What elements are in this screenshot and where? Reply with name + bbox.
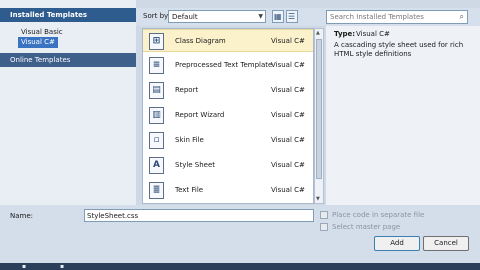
text-template-icon: ≡ (149, 57, 164, 74)
template-row[interactable]: ≣ Text File Visual C# (143, 179, 313, 202)
scroll-down-icon[interactable]: ▼ (316, 196, 320, 202)
template-name: Style Sheet (175, 161, 216, 169)
template-row[interactable]: A Style Sheet Visual C# (143, 154, 313, 177)
template-type: Visual C# (271, 161, 305, 169)
template-type: Visual C# (271, 136, 305, 144)
template-name: Report (175, 86, 199, 94)
cancel-button[interactable]: Cancel (423, 236, 469, 251)
template-list-scrollbar[interactable]: ▲ ▼ (314, 28, 324, 204)
name-label: Name: (10, 212, 34, 220)
installed-templates-header[interactable]: Installed Templates (0, 8, 136, 22)
scroll-up-icon[interactable]: ▲ (316, 30, 320, 36)
template-type: Visual C# (271, 37, 305, 45)
template-type: Visual C# (271, 61, 305, 69)
style-sheet-icon: A (149, 157, 164, 174)
master-page-checkbox[interactable] (320, 223, 328, 231)
template-type: Visual C# (271, 111, 305, 119)
template-row[interactable]: ≡ Preprocessed Text Template Visual C# (143, 54, 313, 77)
place-code-label: Place code in separate file (332, 211, 425, 219)
taskbar: ▪ ▪ (0, 263, 480, 270)
template-row[interactable]: ▥ Report Wizard Visual C# (143, 104, 313, 127)
template-name: Skin File (175, 136, 204, 144)
search-input[interactable]: Search Installed Templates ⌕ (326, 10, 468, 24)
taskbar-item[interactable]: ▪ (60, 263, 64, 270)
template-name: Report Wizard (175, 111, 225, 119)
skin-file-icon: ▫ (149, 132, 164, 149)
add-button[interactable]: Add (374, 236, 420, 251)
search-placeholder: Search Installed Templates (330, 13, 424, 21)
name-input[interactable]: StyleSheet.css (84, 209, 314, 222)
scrollbar-thumb[interactable] (316, 39, 322, 179)
template-row[interactable]: ⊞ Class Diagram Visual C# (143, 29, 313, 52)
master-page-label: Select master page (332, 223, 401, 231)
template-type: Visual C# (271, 86, 305, 94)
dialog-footer: Name: StyleSheet.css Place code in separ… (0, 205, 480, 263)
place-code-checkbox[interactable] (320, 211, 328, 219)
list-view-icon: ☰ (288, 12, 296, 21)
type-value: Visual C# (356, 30, 390, 38)
report-wizard-icon: ▥ (149, 107, 164, 124)
template-name: Class Diagram (175, 37, 226, 45)
template-categories-panel: Installed Templates Visual Basic Visual … (0, 0, 136, 205)
icon-view-icon: ▦ (274, 12, 282, 21)
list-view-button[interactable]: ☰ (286, 10, 298, 23)
template-type: Visual C# (271, 186, 305, 194)
template-details-panel: Type: Visual C# A cascading style sheet … (326, 26, 480, 205)
toolbar: Sort by: Default ▼ ▦ ☰ Search Installed … (136, 8, 480, 26)
text-file-icon: ≣ (149, 182, 164, 199)
taskbar-item[interactable]: ▪ (22, 263, 26, 270)
sort-dropdown[interactable]: Default ▼ (168, 10, 266, 23)
report-icon: ▤ (149, 82, 164, 99)
online-templates-header[interactable]: Online Templates (0, 53, 136, 67)
type-label: Type: (334, 30, 356, 38)
template-name: Text File (175, 186, 204, 194)
medium-icons-view-button[interactable]: ▦ (272, 10, 284, 23)
sort-value: Default (172, 13, 198, 21)
template-row[interactable]: ▤ Report Visual C# (143, 79, 313, 102)
class-diagram-icon: ⊞ (149, 33, 164, 50)
search-icon[interactable]: ⌕ (460, 12, 464, 22)
template-name: Preprocessed Text Template (175, 61, 273, 69)
template-description: A cascading style sheet used for rich HT… (334, 41, 464, 58)
name-value: StyleSheet.css (87, 212, 139, 220)
category-visual-csharp[interactable]: Visual C# (18, 37, 58, 48)
template-row[interactable]: ▫ Skin File Visual C# (143, 129, 313, 152)
chevron-down-icon: ▼ (258, 13, 263, 20)
template-list: ⊞ Class Diagram Visual C# ≡ Preprocessed… (142, 28, 314, 204)
sort-label: Sort by: (143, 12, 171, 20)
